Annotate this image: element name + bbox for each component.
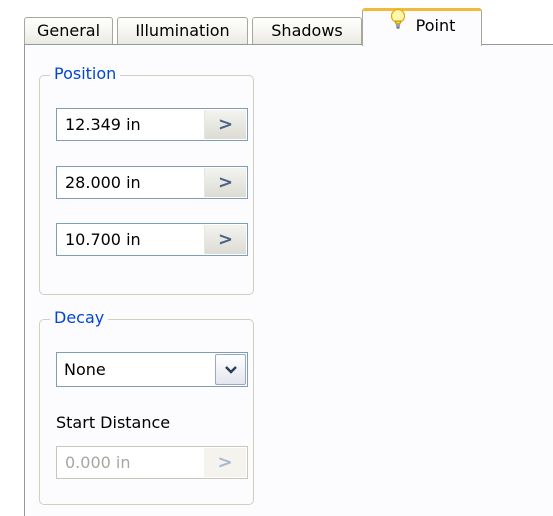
start-distance-value: 0.000 in (65, 453, 131, 472)
position-legend: Position (50, 62, 121, 86)
tab-strip: General Illumination Shadows Point (24, 8, 553, 46)
tab-general[interactable]: General (24, 17, 113, 45)
tab-label: Shadows (271, 21, 343, 40)
chevron-right-icon[interactable]: > (204, 168, 246, 197)
chevron-right-icon[interactable]: > (204, 110, 246, 139)
tab-illumination[interactable]: Illumination (117, 17, 248, 45)
position-z-value: 10.700 in (65, 230, 141, 249)
tab-point[interactable]: Point (362, 8, 482, 46)
position-y-field[interactable]: 28.000 in > (56, 166, 248, 199)
point-light-panel: Position 12.349 in > 28.000 in > 10.700 … (24, 44, 553, 516)
chevron-down-icon[interactable] (215, 354, 246, 385)
position-x-field[interactable]: 12.349 in > (56, 108, 248, 141)
chevron-right-icon[interactable]: > (204, 225, 246, 254)
decay-select[interactable]: None (56, 352, 248, 387)
tab-shadows[interactable]: Shadows (252, 17, 362, 45)
tab-label: Point (415, 16, 456, 35)
position-x-value: 12.349 in (65, 115, 141, 134)
decay-legend: Decay (50, 306, 109, 330)
start-distance-field[interactable]: 0.000 in > (56, 446, 248, 479)
tab-label: Illumination (135, 21, 230, 40)
start-distance-label: Start Distance (56, 413, 171, 432)
tab-label: General (36, 21, 101, 40)
position-group: Position 12.349 in > 28.000 in > 10.700 … (39, 62, 254, 295)
lightbulb-icon (389, 8, 407, 40)
chevron-right-icon[interactable]: > (204, 448, 246, 477)
position-y-value: 28.000 in (65, 173, 141, 192)
decay-group: Decay None Start Distance 0.000 in > (39, 306, 254, 505)
position-z-field[interactable]: 10.700 in > (56, 223, 248, 256)
decay-selected-value: None (64, 360, 106, 379)
